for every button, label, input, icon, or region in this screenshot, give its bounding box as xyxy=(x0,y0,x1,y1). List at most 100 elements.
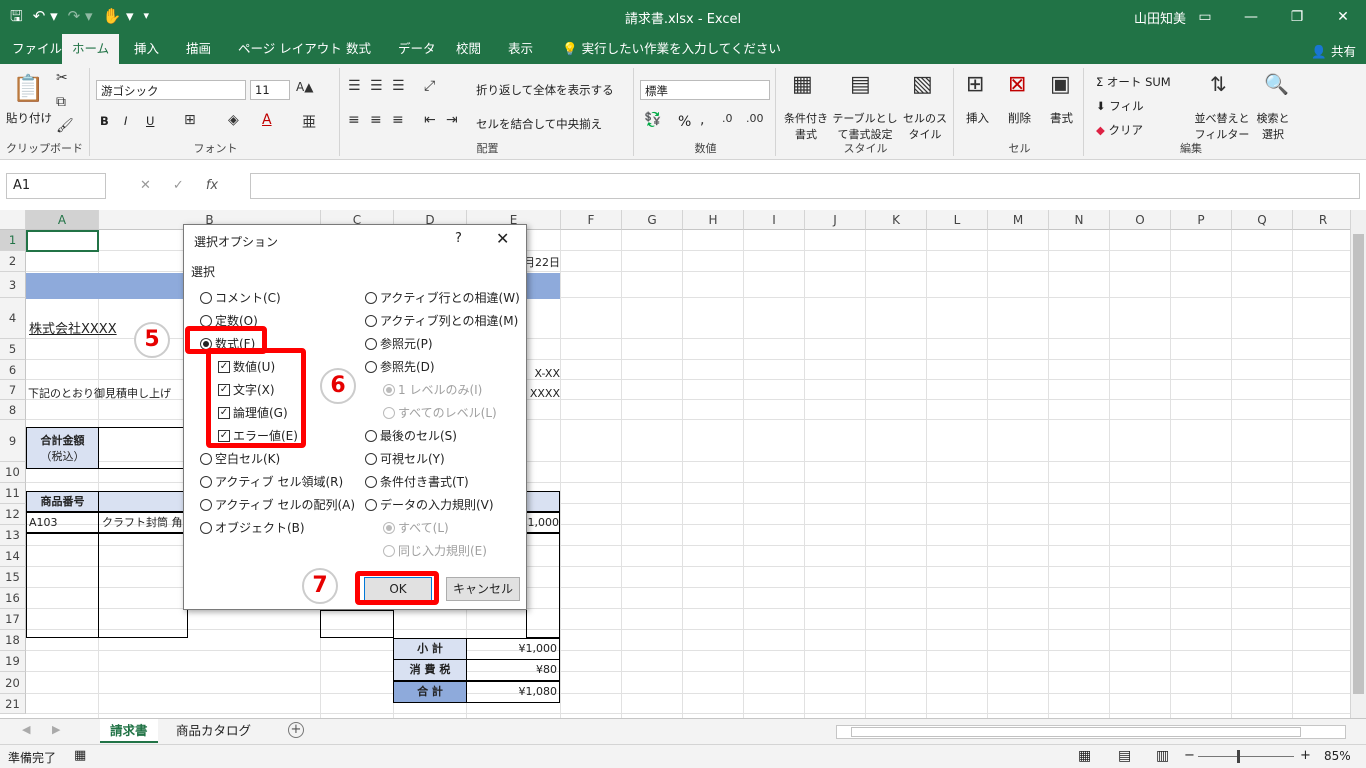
font-name-select[interactable]: 游ゴシック xyxy=(96,80,246,100)
tell-me-box[interactable]: 💡 実行したい作業を入力してください xyxy=(552,34,791,64)
row-header-8[interactable]: 8 xyxy=(0,400,26,420)
option-last-cell[interactable]: 最後のセル(S) xyxy=(365,427,457,444)
find-select-button[interactable]: 検索と選択 xyxy=(1252,110,1294,142)
fill-color-icon[interactable]: ◈ xyxy=(228,112,239,128)
column-header-O[interactable]: O xyxy=(1110,210,1171,230)
tax-label-cell[interactable]: 消 費 税 xyxy=(393,659,467,681)
column-header-M[interactable]: M xyxy=(988,210,1049,230)
tab-insert[interactable]: 挿入 xyxy=(124,34,169,64)
column-header-I[interactable]: I xyxy=(744,210,805,230)
cancel-entry-icon[interactable]: ✕ xyxy=(140,178,151,193)
format-cells-button[interactable]: 書式 xyxy=(1050,110,1073,126)
item-name-column[interactable] xyxy=(98,533,188,638)
bold-button[interactable]: B xyxy=(100,114,109,128)
align-middle-icon[interactable]: ☰ xyxy=(370,78,383,94)
item-amount-cell[interactable]: 1,000 xyxy=(526,512,560,533)
column-header-H[interactable]: H xyxy=(683,210,744,230)
name-box[interactable]: A1 xyxy=(6,173,106,199)
percent-button[interactable]: % xyxy=(678,114,691,130)
tab-draw[interactable]: 描画 xyxy=(176,34,221,64)
column-header-R[interactable]: R xyxy=(1293,210,1350,230)
qty-column-tail[interactable] xyxy=(320,610,394,638)
total-amount-cell[interactable] xyxy=(98,427,188,469)
row-header-9[interactable]: 9 xyxy=(0,420,26,462)
row-header-4[interactable]: 4 xyxy=(0,298,26,339)
comma-icon[interactable]: , xyxy=(700,112,704,128)
cut-icon[interactable]: ✂ xyxy=(56,70,68,86)
grow-font-icon[interactable]: A▲ xyxy=(296,80,313,94)
find-select-icon[interactable]: 🔍 xyxy=(1264,72,1289,96)
format-painter-icon[interactable]: 🖌 xyxy=(56,118,74,134)
column-header-F[interactable]: F xyxy=(561,210,622,230)
number-format-select[interactable]: 標準 xyxy=(640,80,770,100)
delete-cells-icon[interactable]: ⊠ xyxy=(1008,72,1026,97)
align-left-icon[interactable]: ≡ xyxy=(348,112,360,128)
row-header-7[interactable]: 7 xyxy=(0,380,26,400)
grand-total-cell[interactable]: ¥1,080 xyxy=(466,681,560,703)
option-comments[interactable]: コメント(C) xyxy=(200,289,281,306)
sort-filter-icon[interactable]: ⇅ xyxy=(1210,72,1227,96)
option-blanks[interactable]: 空白セル(K) xyxy=(200,450,280,467)
row-header-5[interactable]: 5 xyxy=(0,339,26,360)
row-header-12[interactable]: 12 xyxy=(0,504,26,525)
tab-review[interactable]: 校閲 xyxy=(446,34,491,64)
row-header-13[interactable]: 13 xyxy=(0,525,26,546)
column-header-G[interactable]: G xyxy=(622,210,683,230)
amount-header[interactable] xyxy=(526,491,560,512)
item-code-cell[interactable]: A103 xyxy=(26,512,99,533)
align-top-icon[interactable]: ☰ xyxy=(348,78,361,94)
option-column-differences[interactable]: アクティブ列との相違(M) xyxy=(365,312,518,329)
date-cell[interactable]: 月22日 xyxy=(524,252,560,273)
total-label-cell[interactable]: 合計金額 （税込） xyxy=(26,427,99,469)
close-window-icon[interactable]: ✕ xyxy=(1320,0,1366,34)
row-header-17[interactable]: 17 xyxy=(0,609,26,630)
row-header-10[interactable]: 10 xyxy=(0,462,26,483)
vertical-scroll-thumb[interactable] xyxy=(1353,234,1364,694)
column-header-L[interactable]: L xyxy=(927,210,988,230)
select-all-corner[interactable] xyxy=(0,210,26,230)
zoom-slider[interactable] xyxy=(1198,756,1294,757)
orientation-icon[interactable]: ⤢ xyxy=(424,78,435,94)
delete-cells-button[interactable]: 削除 xyxy=(1008,110,1031,126)
borders-icon[interactable]: ⊞ xyxy=(184,112,196,128)
row-header-3[interactable]: 3 xyxy=(0,272,26,298)
column-header-P[interactable]: P xyxy=(1171,210,1232,230)
cell-styles-icon[interactable]: ▧ xyxy=(912,72,933,97)
item-name-cell[interactable]: クラフト封筒 角 xyxy=(98,512,188,533)
align-bottom-icon[interactable]: ☰ xyxy=(392,78,405,94)
tab-page-layout[interactable]: ページ レイアウト xyxy=(228,34,352,64)
fax-cell[interactable]: XXXX xyxy=(524,384,560,404)
zoom-slider-handle[interactable] xyxy=(1237,750,1240,763)
row-header-2[interactable]: 2 xyxy=(0,251,26,272)
row-header-19[interactable]: 19 xyxy=(0,651,26,672)
zoom-out-icon[interactable]: − xyxy=(1184,748,1195,763)
insert-function-icon[interactable]: fx xyxy=(206,178,218,193)
share-button[interactable]: 👤 共有 xyxy=(1311,41,1356,60)
tab-data[interactable]: データ xyxy=(388,34,446,64)
scroll-right-icon[interactable]: ▶ xyxy=(52,723,60,736)
row-header-18[interactable]: 18 xyxy=(0,630,26,651)
page-layout-view-icon[interactable]: ▤ xyxy=(1118,748,1131,764)
subtotal-label-cell[interactable]: 小 計 xyxy=(393,638,467,660)
autosum-button[interactable]: Σ オート SUM xyxy=(1096,74,1171,90)
tel-cell[interactable]: X-XX xyxy=(524,364,560,384)
product-no-header[interactable]: 商品番号 xyxy=(26,491,99,512)
option-conditional-formats[interactable]: 条件付き書式(T) xyxy=(365,473,469,490)
zoom-in-icon[interactable]: + xyxy=(1300,748,1311,763)
row-header-1[interactable]: 1 xyxy=(0,230,26,251)
sheet-tab-invoice[interactable]: 請求書 xyxy=(100,719,158,743)
minimize-icon[interactable]: — xyxy=(1228,0,1274,34)
conditional-format-icon[interactable]: ▦ xyxy=(792,72,813,97)
row-header-16[interactable]: 16 xyxy=(0,588,26,609)
tab-formulas[interactable]: 数式 xyxy=(336,34,381,64)
subtotal-cell[interactable]: ¥1,000 xyxy=(466,638,560,660)
decrease-indent-icon[interactable]: ⇤ xyxy=(424,112,436,128)
sort-filter-button[interactable]: 並べ替えとフィルター xyxy=(1194,110,1250,142)
add-sheet-icon[interactable]: + xyxy=(288,722,304,738)
row-header-15[interactable]: 15 xyxy=(0,567,26,588)
row-header-11[interactable]: 11 xyxy=(0,483,26,504)
column-header-Q[interactable]: Q xyxy=(1232,210,1293,230)
italic-button[interactable]: I xyxy=(124,114,127,128)
option-visible-cells[interactable]: 可視セル(Y) xyxy=(365,450,445,467)
option-objects[interactable]: オブジェクト(B) xyxy=(200,519,305,536)
